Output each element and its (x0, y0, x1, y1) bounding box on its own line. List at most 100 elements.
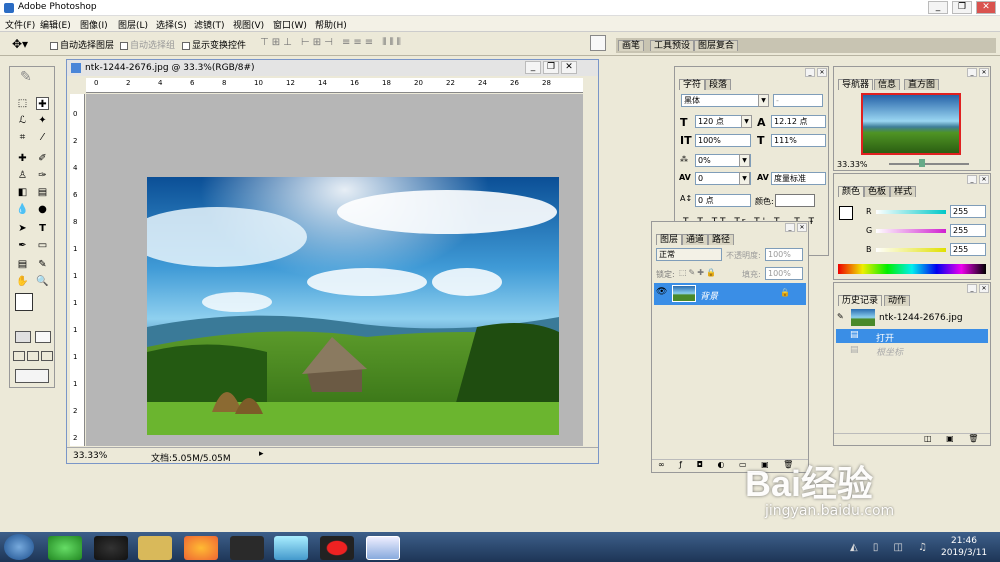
screen-mode-1-icon[interactable] (13, 351, 25, 361)
zoom-level[interactable]: 33.33% (73, 451, 107, 461)
tab-layers[interactable]: 图层 (656, 234, 683, 245)
align-icons[interactable]: ⊤⊞⊥ ⊢⊞⊣ ≡≡≡ ⫴⫴⫴ (260, 37, 404, 48)
g-slider[interactable] (876, 229, 946, 233)
menu-window[interactable]: 窗口(W) (273, 18, 307, 31)
tracking-pct-dropdown-icon[interactable]: ▼ (739, 154, 750, 167)
brush-tool-icon[interactable]: ✐ (36, 152, 49, 165)
status-menu-arrow-icon[interactable]: ▸ (259, 449, 264, 459)
color-spectrum-bar[interactable] (838, 264, 986, 274)
text-color-swatch[interactable] (775, 194, 815, 207)
leading-field[interactable]: 12.12 点 (771, 115, 826, 128)
menu-edit[interactable]: 编辑(E) (40, 18, 71, 31)
taskbar-app-blue-icon[interactable] (274, 536, 308, 560)
lock-icons[interactable]: ⬚✎✚🔒 (679, 268, 718, 277)
auto-select-group-checkbox[interactable] (120, 41, 128, 50)
taskbar-photoshop-icon[interactable] (366, 536, 400, 560)
tab-color[interactable]: 颜色 (838, 186, 865, 197)
menu-image[interactable]: 图像(I) (80, 18, 108, 31)
dodge-tool-icon[interactable]: ● (36, 203, 49, 216)
history-footer-icons[interactable]: ◫ ▣ 🗑 (834, 433, 990, 445)
hand-tool-icon[interactable]: ✋ (16, 275, 29, 288)
doc-close-button[interactable]: ✕ (561, 61, 577, 74)
auto-select-layer-checkbox[interactable] (50, 41, 58, 50)
slice-tool-icon[interactable]: ⁄ (36, 131, 49, 144)
menu-filter[interactable]: 滤镜(T) (194, 18, 225, 31)
tab-info[interactable]: 信息 (874, 79, 901, 90)
healing-brush-icon[interactable]: ✚ (16, 152, 29, 165)
navigator-close-button[interactable]: ✕ (979, 68, 989, 77)
opacity-field[interactable]: 100% (765, 248, 803, 261)
tab-navigator[interactable]: 导航器 (838, 79, 874, 90)
font-style-field[interactable]: - (773, 94, 823, 107)
font-family-field[interactable]: 黑体 (681, 94, 769, 107)
fill-field[interactable]: 100% (765, 267, 803, 280)
screen-mode-2-icon[interactable] (27, 351, 39, 361)
move-tool-icon[interactable]: ✥▾ (12, 37, 28, 51)
vertical-scale-field[interactable]: 100% (695, 134, 751, 147)
tab-paragraph[interactable]: 段落 (705, 79, 732, 90)
kern-type-field[interactable]: 度量标准 (771, 172, 826, 185)
color-minimize-button[interactable]: _ (967, 175, 977, 184)
history-brush-source-icon[interactable]: ✎ (837, 312, 844, 321)
shape-tool-icon[interactable]: ▭ (36, 239, 49, 252)
character-close-button[interactable]: ✕ (817, 68, 827, 77)
eye-icon[interactable]: 👁 (656, 287, 667, 297)
layers-close-button[interactable]: ✕ (797, 223, 807, 232)
notes-tool-icon[interactable]: ▤ (16, 258, 29, 271)
well-toggle-icon[interactable] (590, 35, 606, 51)
tray-icons[interactable]: ◭ ▯ ◫ ♫ (850, 542, 933, 553)
auto-select-layer-option[interactable]: 自动选择图层 (50, 38, 114, 51)
taskbar-record-icon[interactable] (320, 536, 354, 560)
tab-history[interactable]: 历史记录 (838, 295, 883, 306)
type-tool-icon[interactable]: T (36, 222, 49, 235)
r-slider[interactable] (876, 210, 946, 214)
imageready-icon[interactable] (15, 369, 49, 383)
tab-channels[interactable]: 通道 (682, 234, 709, 245)
clone-stamp-icon[interactable]: ♙ (16, 169, 29, 182)
standard-mode-icon[interactable] (15, 331, 31, 343)
menu-layer[interactable]: 图层(L) (118, 18, 148, 31)
layers-minimize-button[interactable]: _ (785, 223, 795, 232)
menu-help[interactable]: 帮助(H) (315, 18, 347, 31)
tab-histogram[interactable]: 直方图 (904, 79, 940, 90)
doc-minimize-button[interactable]: _ (525, 61, 541, 74)
history-state-2[interactable]: ▤ 根坐标 (836, 344, 988, 358)
move-tool-icon[interactable]: ✚ (36, 97, 49, 110)
marquee-tool-icon[interactable]: ⬚ (16, 97, 29, 110)
auto-select-group-option[interactable]: 自动选择组 (120, 38, 175, 51)
quick-mask-icon[interactable] (35, 331, 51, 343)
path-select-icon[interactable]: ➤ (16, 222, 29, 235)
doc-maximize-button[interactable]: ❐ (543, 61, 559, 74)
close-button[interactable]: ✕ (976, 1, 996, 14)
b-slider[interactable] (876, 248, 946, 252)
taskbar-qq-icon[interactable] (94, 536, 128, 560)
tab-swatches[interactable]: 色板 (864, 186, 891, 197)
font-family-dropdown-icon[interactable]: ▼ (758, 94, 769, 107)
r-value[interactable]: 255 (950, 205, 986, 218)
layer-row-background[interactable]: 👁 背景 🔒 (654, 283, 806, 305)
well-tab-tool-presets[interactable]: 工具预设 (650, 40, 695, 51)
eraser-tool-icon[interactable]: ◧ (16, 186, 29, 199)
blend-mode-field[interactable]: 正常 (656, 248, 722, 261)
tab-paths[interactable]: 路径 (708, 234, 735, 245)
tab-styles[interactable]: 样式 (890, 186, 917, 197)
magic-wand-icon[interactable]: ✦ (36, 114, 49, 127)
horizontal-scale-field[interactable]: 111% (771, 134, 826, 147)
history-state-open[interactable]: ▤ 打开 (836, 329, 988, 344)
font-size-dropdown-icon[interactable]: ▼ (741, 115, 752, 128)
g-value[interactable]: 255 (950, 224, 986, 237)
color-fg-swatch[interactable] (839, 206, 853, 220)
tab-character[interactable]: 字符 (679, 79, 706, 90)
gradient-tool-icon[interactable]: ▤ (36, 186, 49, 199)
taskbar-app-green-icon[interactable] (48, 536, 82, 560)
crop-tool-icon[interactable]: ⌗ (16, 131, 29, 144)
minimize-button[interactable]: _ (928, 1, 948, 14)
history-brush-icon[interactable]: ✑ (36, 169, 49, 182)
show-transform-option[interactable]: 显示变换控件 (182, 38, 246, 51)
b-value[interactable]: 255 (950, 243, 986, 256)
start-button[interactable] (4, 534, 34, 560)
zoom-tool-icon[interactable]: 🔍 (36, 275, 49, 288)
navigator-thumbnail[interactable] (861, 93, 961, 155)
foreground-color-swatch[interactable] (15, 293, 33, 311)
menu-file[interactable]: 文件(F) (5, 18, 35, 31)
